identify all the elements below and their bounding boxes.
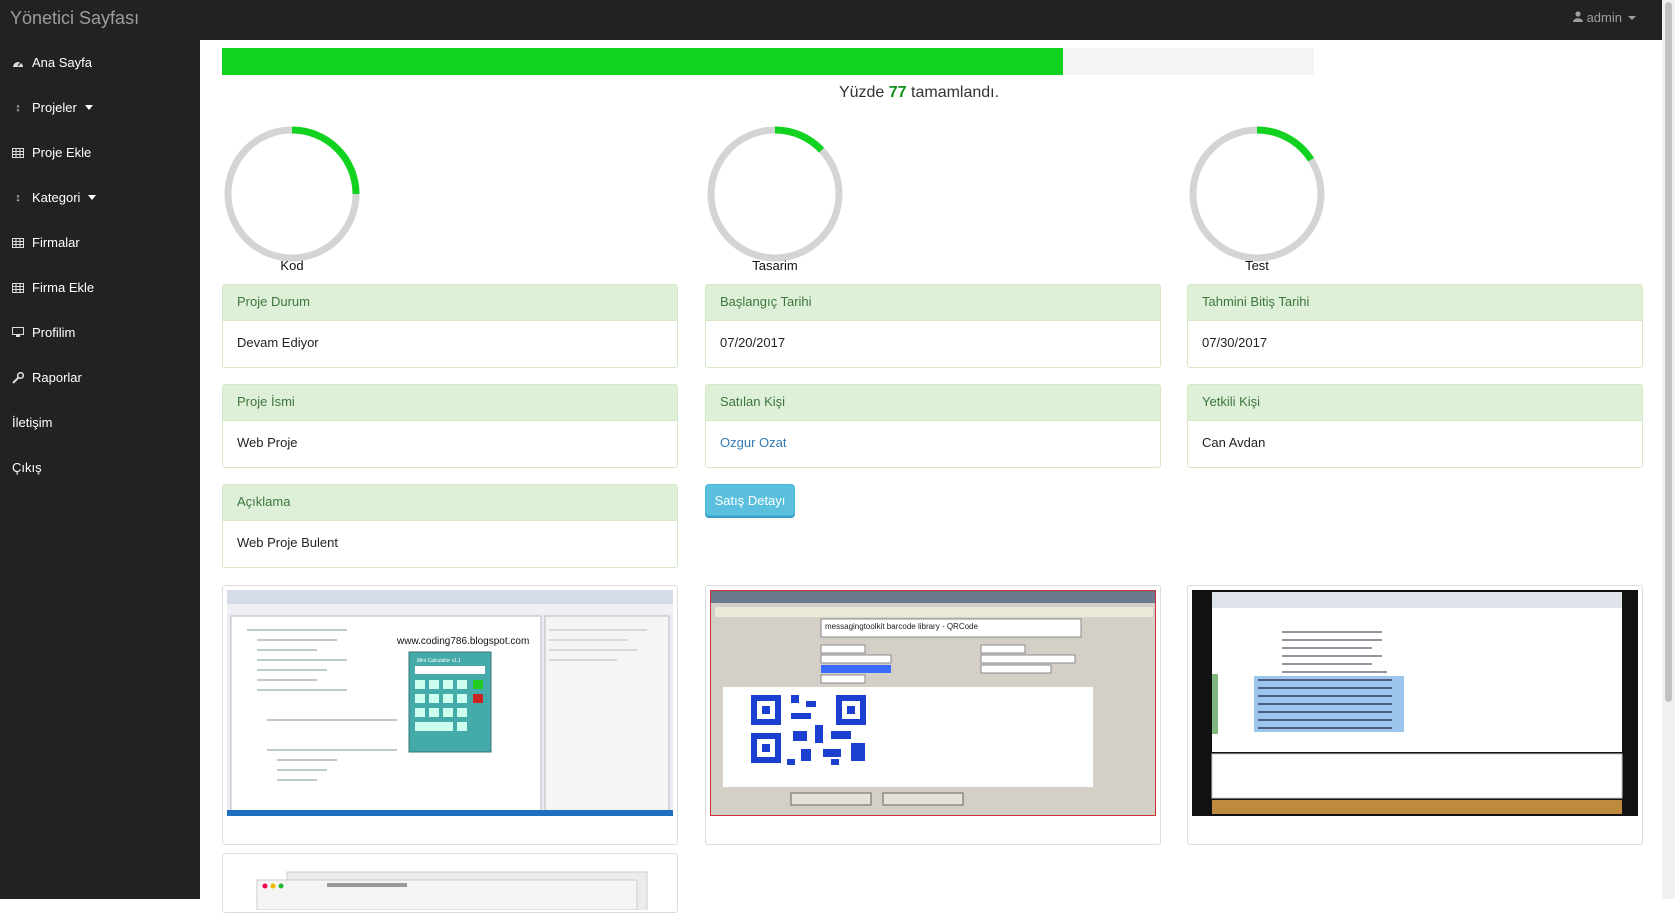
sidebar-item-label: Projeler [32,100,77,115]
sort-icon: ↕ [15,191,21,204]
top-navbar: Yönetici Sayfası admin [0,0,1662,40]
barcode-data-value: messagingtoolkit barcode library - QRCod… [825,622,979,631]
completion-progress-bar [222,48,1314,75]
gauge-label: Kod [280,258,304,273]
user-name: admin [1586,10,1622,25]
editor-screenshot-illustration [1211,592,1623,814]
panel-body: Devam Ediyor [237,335,319,350]
sale-detail-button[interactable]: Satış Detayı [705,484,795,516]
panel-yetkili-kisi: Yetkili Kişi Can Avdan [1187,384,1643,468]
wrench-icon [12,371,24,384]
panel-heading: Satılan Kişi [706,385,1160,421]
panel-heading: Açıklama [223,485,677,521]
table-icon [12,237,24,249]
panel-body: 07/30/2017 [1202,335,1268,350]
project-image-2[interactable]: messagingtoolkit barcode library - QRCod… [705,585,1161,845]
gauge-arc [1256,126,1314,162]
screenshot-code-editor [1192,590,1638,816]
panel-heading: Proje İsmi [223,385,677,421]
gauge-label: Test [1245,258,1269,273]
scrollbar[interactable] [1662,0,1675,899]
sidebar-item-proje-ekle[interactable]: Proje Ekle [0,130,200,175]
sidebar-item-label: Kategori [32,190,81,205]
panel-heading: Yetkili Kişi [1188,385,1642,421]
screenshot-dialog [227,858,673,910]
sidebar: Ana Sayfa ↕ Projeler Proje Ekle ↕ Katego… [0,40,200,899]
app-title[interactable]: Yönetici Sayfası [10,8,139,29]
panel-proje-durum: Proje Durum Devam Ediyor [222,284,678,368]
chevron-down-icon [88,195,97,200]
panel-proje-ismi: Proje İsmi Web Proje [222,384,678,468]
progress-prefix: Yüzde [838,84,885,101]
sidebar-item-label: Raporlar [32,370,82,385]
project-image-1[interactable]: www.coding786.blogspot.com Mini Calculat… [222,585,678,845]
progress-text: Yüzde 77 tamamlandı. [222,84,1616,102]
chevron-down-icon [84,105,93,110]
panel-heading: Proje Durum [223,285,677,321]
sidebar-item-firmalar[interactable]: Firmalar [0,220,200,265]
panel-body: Web Proje [237,435,298,450]
watermark-text: www.coding786.blogspot.com [396,636,529,647]
panel-aciklama: Açıklama Web Proje Bulent [222,484,678,568]
seller-link[interactable]: Ozgur Ozat [706,421,1160,467]
sidebar-item-label: Profilim [32,325,76,340]
sidebar-item-projeler[interactable]: ↕ Projeler [0,85,200,130]
panel-heading: Başlangıç Tarihi [706,285,1160,321]
panel-satilan-kisi: Satılan Kişi Ozgur Ozat [705,384,1161,468]
gauge-tasarim: Tasarim [705,124,845,273]
gauge-kod: Kod [222,124,362,273]
table-icon [12,147,24,159]
gauge-test: Test [1187,124,1327,273]
sidebar-item-label: Firma Ekle [32,280,95,295]
sidebar-item-profilim[interactable]: Profilim [0,310,200,355]
sidebar-item-ana-sayfa[interactable]: Ana Sayfa [0,40,200,85]
sidebar-item-firma-ekle[interactable]: Firma Ekle [0,265,200,310]
panel-body: Web Proje Bulent [237,535,338,550]
dashboard-icon [12,57,24,69]
progress-fill [222,48,1063,75]
project-image-3[interactable] [1187,585,1643,845]
sidebar-item-label: Çıkış [12,460,42,475]
panel-tahmini-bitis: Tahmini Bitiş Tarihi 07/30/2017 [1187,284,1643,368]
project-image-4[interactable] [222,853,678,913]
gauge-label: Tasarim [752,258,798,273]
sort-icon: ↕ [15,101,21,114]
scrollbar-thumb[interactable] [1665,2,1672,702]
user-menu[interactable]: admin [1572,10,1636,25]
sidebar-item-label: Ana Sayfa [32,55,92,70]
ide-screenshot-illustration: www.coding786.blogspot.com Mini Calculat… [227,590,673,816]
desktop-icon [12,327,24,339]
panel-baslangic-tarihi: Başlangıç Tarihi 07/20/2017 [705,284,1161,368]
progress-number: 77 [888,84,907,101]
sidebar-item-iletisim[interactable]: İletişim [0,400,200,445]
gauge-arc [291,126,360,195]
chevron-down-icon [1628,15,1636,20]
sidebar-item-label: İletişim [12,415,53,430]
sidebar-item-kategori[interactable]: ↕ Kategori [0,175,200,220]
table-icon [12,282,24,294]
screenshot-ide: www.coding786.blogspot.com Mini Calculat… [227,590,673,816]
sidebar-item-cikis[interactable]: Çıkış [0,445,200,490]
barcode-screenshot-illustration: messagingtoolkit barcode library - QRCod… [711,591,1155,806]
gauge-arc [774,126,825,153]
dialog-screenshot-illustration [256,871,648,910]
sidebar-item-label: Proje Ekle [32,145,92,160]
progress-suffix: tamamlandı. [911,84,1000,101]
panel-body: Can Avdan [1202,435,1266,450]
panel-heading: Tahmini Bitiş Tarihi [1188,285,1642,321]
main-content: Yüzde 77 tamamlandı. Kod Tasarim Test Pr… [200,40,1662,913]
sidebar-item-label: Firmalar [32,235,80,250]
screenshot-barcode-app: messagingtoolkit barcode library - QRCod… [710,590,1156,816]
panel-body: 07/20/2017 [720,335,786,350]
calc-title: Mini Calculator v1.1 [417,658,461,664]
sidebar-item-raporlar[interactable]: Raporlar [0,355,200,400]
user-icon [1572,10,1583,25]
